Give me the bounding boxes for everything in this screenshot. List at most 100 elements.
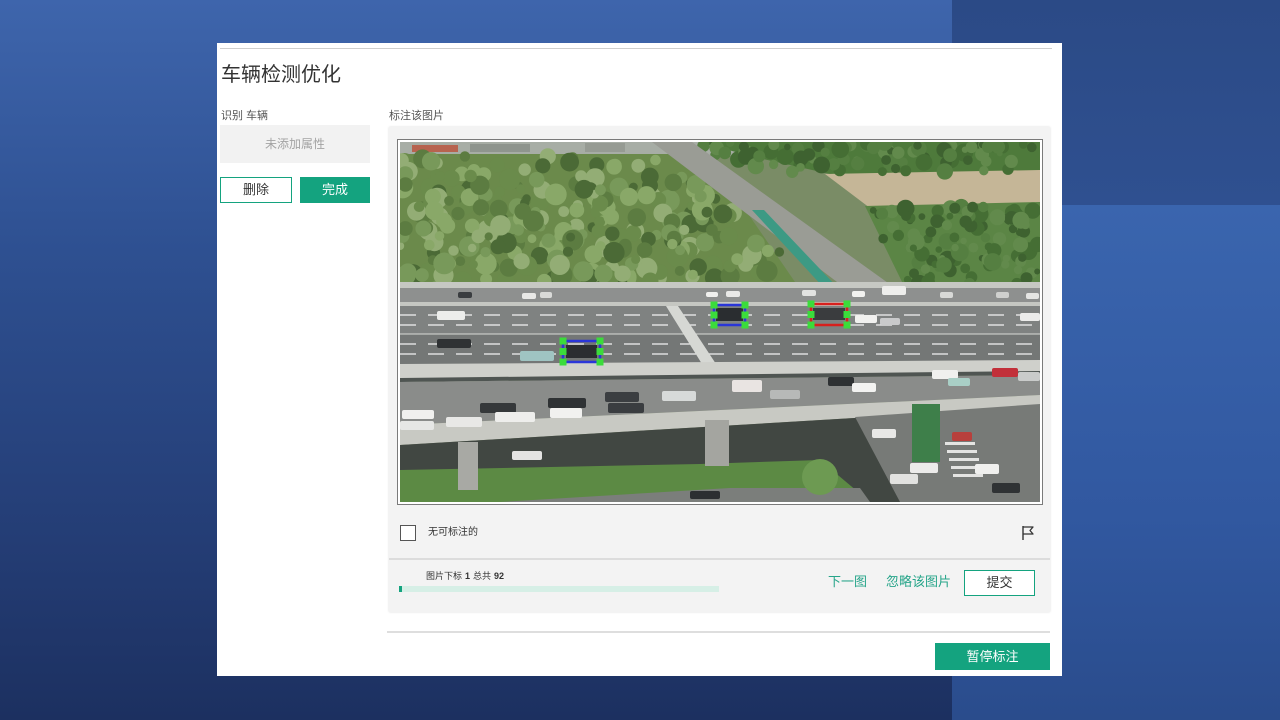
car: [566, 345, 597, 358]
tree: [1012, 237, 1029, 253]
tree: [776, 148, 794, 165]
tree: [979, 166, 989, 176]
tree: [989, 209, 1006, 226]
resize-handle[interactable]: [710, 321, 718, 329]
distant-building: [585, 143, 625, 152]
tree: [718, 146, 732, 160]
tree: [881, 155, 891, 165]
car: [437, 339, 471, 348]
done-button[interactable]: 完成: [300, 177, 370, 203]
tree: [935, 246, 943, 253]
attribute-placeholder-box[interactable]: 未添加属性: [220, 125, 370, 163]
car: [550, 408, 582, 418]
tree: [494, 186, 505, 197]
tree: [444, 195, 454, 206]
crosswalk-stripe: [945, 442, 975, 445]
submit-button[interactable]: 提交: [964, 570, 1035, 596]
car: [828, 377, 854, 386]
no-annotation-checkbox[interactable]: [400, 525, 416, 541]
tree: [595, 241, 606, 251]
resize-handle[interactable]: [807, 300, 815, 308]
bounding-box[interactable]: [559, 337, 604, 366]
pause-annotation-button[interactable]: 暂停标注: [935, 643, 1050, 670]
tree: [664, 173, 682, 192]
tree: [471, 229, 486, 244]
resize-handle[interactable]: [843, 300, 851, 308]
resize-handle[interactable]: [596, 337, 604, 345]
tree: [636, 242, 653, 258]
tree: [851, 156, 865, 171]
resize-handle[interactable]: [741, 311, 749, 319]
resize-handle[interactable]: [741, 321, 749, 329]
tree: [706, 224, 718, 236]
resize-handle[interactable]: [596, 358, 604, 366]
tree: [768, 159, 779, 170]
resize-handle[interactable]: [843, 311, 851, 318]
tree: [527, 234, 537, 244]
tree: [1013, 265, 1023, 275]
tree: [951, 243, 959, 252]
tree: [959, 215, 972, 228]
tree: [549, 254, 570, 275]
tree: [694, 190, 707, 203]
tree: [574, 179, 594, 199]
resize-handle[interactable]: [710, 301, 718, 309]
tree: [909, 244, 917, 252]
tree: [960, 237, 967, 245]
resize-handle[interactable]: [807, 321, 815, 329]
tree: [1018, 253, 1027, 262]
car: [437, 311, 465, 320]
tree: [713, 204, 733, 224]
tree: [1002, 254, 1011, 263]
progress-index-label: 图片下标: [426, 571, 463, 581]
progress-bar-fill: [399, 586, 403, 592]
tree: [518, 163, 531, 176]
crosswalk-stripe: [947, 450, 977, 453]
recognize-label: 识别 车辆: [221, 110, 269, 122]
resize-handle[interactable]: [807, 311, 815, 318]
resize-handle[interactable]: [710, 311, 718, 319]
resize-handle[interactable]: [559, 337, 567, 345]
bounding-box[interactable]: [710, 301, 749, 329]
delete-button[interactable]: 删除: [220, 177, 292, 203]
skip-image-link[interactable]: 忽略该图片: [886, 574, 951, 590]
tree: [901, 211, 912, 221]
tree: [936, 257, 952, 273]
car: [890, 474, 918, 484]
resize-handle[interactable]: [596, 348, 604, 355]
annotate-label: 标注该图片: [389, 110, 444, 122]
tree: [606, 159, 622, 175]
resize-handle[interactable]: [741, 301, 749, 309]
flag-icon[interactable]: [1020, 525, 1036, 541]
car: [872, 429, 896, 438]
tree: [983, 253, 1002, 271]
tree: [514, 203, 531, 220]
image-canvas[interactable]: [397, 139, 1043, 505]
next-image-link[interactable]: 下一图: [828, 574, 867, 590]
car: [512, 451, 542, 460]
tree: [960, 263, 971, 274]
car: [446, 417, 482, 427]
resize-handle[interactable]: [559, 358, 567, 366]
car: [940, 292, 953, 298]
tree: [1012, 211, 1030, 229]
tree: [472, 199, 490, 216]
car: [726, 291, 740, 297]
tree: [489, 157, 505, 173]
highway-photo[interactable]: [400, 142, 1040, 502]
resize-handle[interactable]: [559, 348, 567, 355]
car: [732, 380, 762, 392]
tree: [877, 167, 887, 177]
tree: [876, 207, 889, 220]
lower-lanes: [400, 334, 1040, 364]
resize-handle[interactable]: [843, 321, 851, 329]
tree: [701, 206, 713, 218]
tree: [915, 154, 933, 171]
bounding-box[interactable]: [807, 300, 851, 329]
bridge-pillar: [912, 404, 940, 462]
annotation-workspace: 无可标注的 图片下标 1 总共 92 下一图 忽略该图片 提交: [389, 127, 1050, 612]
tree: [544, 183, 567, 206]
tree: [949, 202, 961, 214]
car: [932, 370, 958, 379]
tree: [566, 232, 576, 242]
